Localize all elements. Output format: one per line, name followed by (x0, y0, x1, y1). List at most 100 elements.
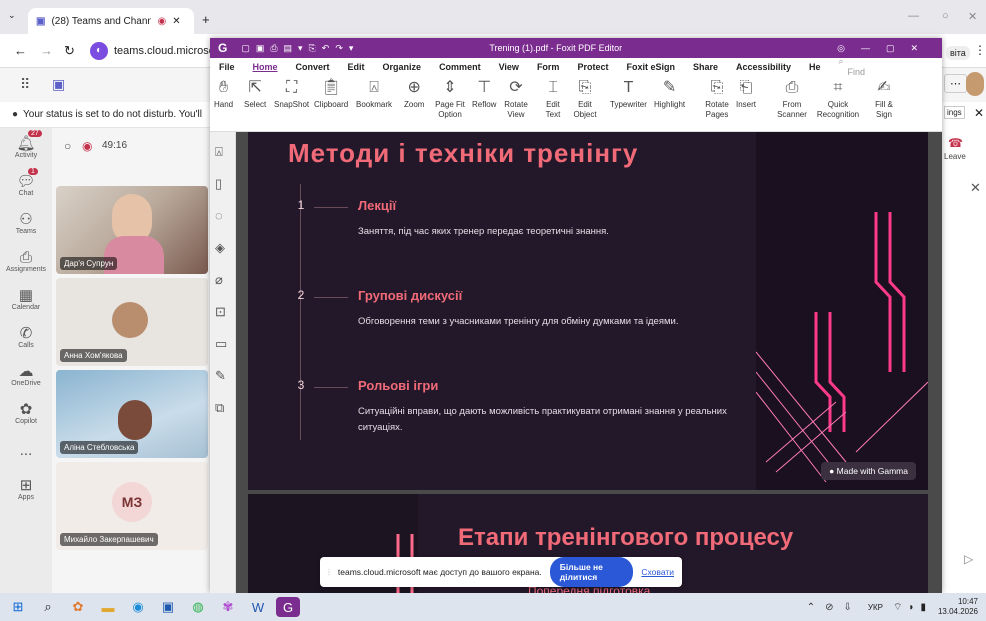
avatar[interactable] (966, 72, 984, 96)
fill-sign-tool[interactable]: ✍︎ Fill & Sign (870, 78, 898, 120)
bookmark-panel-icon[interactable]: ⍓ (215, 144, 223, 160)
signature-panel-icon[interactable]: ✎ (215, 368, 226, 384)
close-panel-icon[interactable]: ✕ (974, 106, 984, 120)
reflow-tool[interactable]: ⊤ Reflow (472, 78, 496, 110)
menu-comment[interactable]: Comment (430, 62, 490, 72)
reload-icon[interactable]: ↻ (64, 43, 75, 59)
more-options-icon[interactable]: ⋯ (944, 74, 967, 93)
edit-text-tool[interactable]: ⌶ Edit Text (542, 78, 564, 120)
back-icon[interactable]: ← (14, 43, 27, 58)
windows-start-icon[interactable]: ⊞ (6, 597, 30, 617)
send-icon[interactable]: ▷ (964, 552, 973, 566)
menu-view[interactable]: View (490, 62, 528, 72)
security-panel-icon[interactable]: ⊡ (215, 304, 226, 320)
from-scanner-tool[interactable]: ⎙ From Scanner (772, 78, 812, 120)
rail-item-chat[interactable]: 💬︎ Chat 1 (0, 166, 52, 204)
leave-icon[interactable]: ☎ (948, 136, 963, 150)
made-with-gamma-badge[interactable]: ● Made with Gamma (821, 462, 916, 480)
window-controls[interactable]: ◎—▢✕ (837, 43, 934, 54)
widgets-icon[interactable]: ✿ (66, 597, 90, 617)
settings-button[interactable]: ings (944, 106, 965, 119)
close-icon[interactable]: ✕ (970, 180, 981, 196)
rail-item-more[interactable]: ... (0, 432, 52, 470)
menu-home[interactable]: Home (244, 62, 287, 72)
word-icon[interactable]: W (246, 597, 270, 617)
insert-tool[interactable]: ⎗ Insert (736, 78, 756, 110)
snapshot-tool[interactable]: ⛶ SnapShot (274, 78, 309, 110)
hide-button[interactable]: Сховати (641, 567, 674, 577)
video-tile[interactable]: Анна Хом'якова (56, 278, 208, 366)
rail-item-apps[interactable]: ⊞ Apps (0, 470, 52, 508)
pages-panel-icon[interactable]: ▯ (215, 176, 222, 192)
leave-label[interactable]: Leave (944, 152, 966, 161)
hand-tool[interactable]: ✋︎ Hand (214, 78, 233, 110)
video-tile[interactable]: МЗ Михайло Закерпашевич (56, 462, 208, 550)
menu-help[interactable]: He (800, 62, 830, 72)
comments-panel-icon[interactable]: ◌ (215, 208, 223, 223)
menu-form[interactable]: Form (528, 62, 569, 72)
rotate-pages-tool[interactable]: ⎘ Rotate Pages (702, 78, 732, 120)
menu-file[interactable]: File (210, 62, 244, 72)
url-text[interactable]: teams.cloud.microsoft (114, 45, 221, 57)
rail-item-calls[interactable]: ✆ Calls (0, 318, 52, 356)
rail-item-assignments[interactable]: ⎙ Assignments (0, 242, 52, 280)
rail-item-copilot[interactable]: ✿ Copilot (0, 394, 52, 432)
tab-list-icon[interactable]: ⌄ (8, 10, 16, 21)
drag-handle-icon[interactable]: ⦙ (328, 567, 330, 578)
menu-organize[interactable]: Organize (374, 62, 431, 72)
minimize-icon[interactable]: — (908, 10, 919, 22)
highlight-tool[interactable]: ✎ Highlight (654, 78, 685, 110)
search-icon[interactable]: ⌕ (36, 597, 60, 617)
browser-tab[interactable]: ▣ (28) Teams and Channels | ◉ ✕ (28, 8, 194, 34)
menu-edit[interactable]: Edit (339, 62, 374, 72)
highlight-icon: ✎ (662, 79, 677, 96)
language-indicator[interactable]: УКР (868, 603, 883, 612)
app-launcher-icon[interactable]: ⠿ (20, 76, 30, 93)
destinations-panel-icon[interactable]: ⧉ (215, 400, 224, 416)
clipboard-tool[interactable]: 📋︎ Clipboard (314, 78, 348, 110)
site-info-icon[interactable]: ◐ (90, 42, 108, 60)
edge-icon[interactable]: ◉ (126, 597, 150, 617)
profile-button[interactable]: віта (946, 46, 970, 60)
new-tab-button[interactable]: + (202, 12, 210, 27)
chrome-icon[interactable]: ◍ (186, 597, 210, 617)
network-volume-battery-icons[interactable]: ⌔◗▮ (893, 601, 932, 614)
store-icon[interactable]: ▣ (156, 597, 180, 617)
rail-item-activity[interactable]: 🔔︎ Activity 27 (0, 128, 52, 166)
menu-share[interactable]: Share (684, 62, 727, 72)
stop-sharing-button[interactable]: Більше не ділитися (549, 557, 634, 587)
page-fit-tool[interactable]: ⇕ Page Fit Option (434, 78, 466, 120)
tray-icons[interactable]: ⌃⊘⇩ (807, 602, 862, 613)
clock[interactable]: 10:47 13.04.2026 (938, 597, 978, 617)
quick-access-icons[interactable]: ▢▣⎙▤▾⎘↶↷▾ (241, 43, 359, 54)
rail-item-onedrive[interactable]: ☁ OneDrive (0, 356, 52, 394)
select-tool[interactable]: ⇱ Select (244, 78, 266, 110)
layers-panel-icon[interactable]: ◈ (215, 240, 225, 256)
rail-item-teams[interactable]: ⚇ Teams (0, 204, 52, 242)
attachments-panel-icon[interactable]: ⌀ (215, 272, 223, 288)
menu-protect[interactable]: Protect (568, 62, 617, 72)
content-panel-icon[interactable]: ▭ (215, 336, 227, 352)
browser-menu-icon[interactable]: ⋮ (974, 43, 986, 57)
foxit-icon[interactable]: G (276, 597, 300, 617)
copilot-icon[interactable]: ✾ (216, 597, 240, 617)
file-explorer-icon[interactable]: ▬ (96, 597, 120, 617)
zoom-tool[interactable]: ⊕ Zoom (404, 78, 424, 110)
edit-object-tool[interactable]: ⎘ Edit Object (570, 78, 600, 120)
find-input[interactable]: ⌕ Find (829, 56, 890, 78)
rail-item-calendar[interactable]: ▦ Calendar (0, 280, 52, 318)
rotate-view-tool[interactable]: ⟳ Rotate View (502, 78, 530, 120)
close-icon[interactable]: ✕ (968, 10, 977, 23)
document-view[interactable]: Методи і техніки тренінгу 1 Лекції Занят… (236, 132, 942, 593)
video-tile[interactable]: Аліна Стебловська (56, 370, 208, 458)
forward-icon[interactable]: → (40, 43, 53, 58)
menu-accessibility[interactable]: Accessibility (727, 62, 800, 72)
typewriter-tool[interactable]: T Typewriter (610, 78, 647, 110)
tab-close-icon[interactable]: ✕ (172, 16, 180, 27)
ocr-tool[interactable]: ⌗ Quick Recognition (816, 78, 860, 120)
menu-esign[interactable]: Foxit eSign (617, 62, 684, 72)
video-tile[interactable]: Дар'я Супрун (56, 186, 208, 274)
maximize-icon[interactable]: ○ (942, 10, 949, 22)
menu-convert[interactable]: Convert (287, 62, 339, 72)
bookmark-tool[interactable]: ⍓ Bookmark (356, 78, 392, 110)
